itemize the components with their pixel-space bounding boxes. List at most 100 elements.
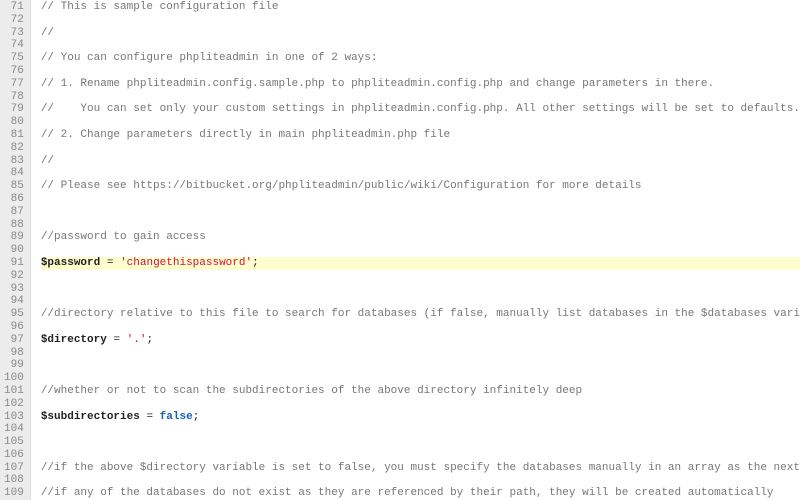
code-line[interactable]: //directory relative to this file to sea… <box>41 308 800 321</box>
line-number: 77 <box>4 78 24 91</box>
token-comment: // 2. Change parameters directly in main… <box>41 129 450 141</box>
code-line[interactable]: $subdirectories = false; <box>41 411 800 424</box>
code-line[interactable] <box>41 270 800 283</box>
token-comment: //if any of the databases do not exist a… <box>41 487 774 499</box>
code-editor: 7172737475767778798081828384858687888990… <box>0 0 800 500</box>
token-str: '.' <box>127 334 147 346</box>
line-number: 95 <box>4 308 24 321</box>
code-line[interactable]: $directory = '.'; <box>41 334 800 347</box>
line-number: 106 <box>4 449 24 462</box>
line-number: 87 <box>4 206 24 219</box>
token-var: $directory <box>41 334 107 346</box>
line-number: 84 <box>4 167 24 180</box>
code-line[interactable] <box>41 321 800 334</box>
line-number: 74 <box>4 39 24 52</box>
code-line[interactable] <box>41 398 800 411</box>
line-number: 105 <box>4 436 24 449</box>
token-var: $password <box>41 257 100 269</box>
code-line[interactable] <box>41 372 800 385</box>
line-number: 99 <box>4 359 24 372</box>
code-line[interactable] <box>41 244 800 257</box>
line-number: 101 <box>4 385 24 398</box>
token-plain <box>100 257 107 269</box>
code-line[interactable]: // <box>41 155 800 168</box>
token-punct: ; <box>146 334 153 346</box>
code-line[interactable]: //password to gain access <box>41 231 800 244</box>
line-number: 94 <box>4 295 24 308</box>
line-number: 96 <box>4 321 24 334</box>
line-number: 89 <box>4 231 24 244</box>
token-comment: // This is sample configuration file <box>41 1 279 13</box>
token-comment: //password to gain access <box>41 231 206 243</box>
code-line[interactable]: // This is sample configuration file <box>41 1 800 14</box>
code-line[interactable]: // 1. Rename phpliteadmin.config.sample.… <box>41 78 800 91</box>
token-punct: ; <box>252 257 259 269</box>
line-number: 107 <box>4 462 24 475</box>
line-number: 83 <box>4 155 24 168</box>
token-comment: //whether or not to scan the subdirector… <box>41 385 582 397</box>
line-number: 81 <box>4 129 24 142</box>
line-number: 72 <box>4 14 24 27</box>
code-line[interactable]: //if any of the databases do not exist a… <box>41 487 800 500</box>
token-kw: false <box>160 411 193 423</box>
code-line[interactable] <box>41 436 800 449</box>
token-comment: // <box>41 27 54 39</box>
code-line[interactable] <box>41 219 800 232</box>
line-number: 103 <box>4 411 24 424</box>
code-line[interactable]: $password = 'changethispassword'; <box>41 257 800 270</box>
line-number: 80 <box>4 116 24 129</box>
code-line[interactable]: // You can configure phpliteadmin in one… <box>41 52 800 65</box>
code-line[interactable] <box>41 14 800 27</box>
code-line[interactable] <box>41 206 800 219</box>
token-comment: // <box>41 155 54 167</box>
line-number: 71 <box>4 1 24 14</box>
line-number-gutter: 7172737475767778798081828384858687888990… <box>0 0 31 500</box>
token-punct: ; <box>193 411 200 423</box>
line-number: 88 <box>4 219 24 232</box>
code-line[interactable]: // <box>41 27 800 40</box>
token-comment: // You can configure phpliteadmin in one… <box>41 52 378 64</box>
line-number: 108 <box>4 474 24 487</box>
line-number: 109 <box>4 487 24 500</box>
token-var: $subdirectories <box>41 411 140 423</box>
code-line[interactable] <box>41 449 800 462</box>
code-line[interactable] <box>41 283 800 296</box>
token-str: 'changethispassword' <box>120 257 252 269</box>
code-line[interactable] <box>41 167 800 180</box>
line-number: 98 <box>4 347 24 360</box>
line-number: 90 <box>4 244 24 257</box>
token-plain <box>153 411 160 423</box>
token-plain <box>120 334 127 346</box>
line-number: 93 <box>4 283 24 296</box>
line-number: 85 <box>4 180 24 193</box>
code-line[interactable] <box>41 474 800 487</box>
code-line[interactable] <box>41 295 800 308</box>
code-line[interactable]: // You can set only your custom settings… <box>41 103 800 116</box>
line-number: 78 <box>4 91 24 104</box>
line-number: 102 <box>4 398 24 411</box>
code-line[interactable] <box>41 91 800 104</box>
code-line[interactable] <box>41 39 800 52</box>
code-line[interactable] <box>41 359 800 372</box>
code-line[interactable] <box>41 193 800 206</box>
code-line[interactable] <box>41 65 800 78</box>
code-line[interactable]: //whether or not to scan the subdirector… <box>41 385 800 398</box>
token-comment: // You can set only your custom settings… <box>41 103 800 115</box>
token-comment: // 1. Rename phpliteadmin.config.sample.… <box>41 78 714 90</box>
line-number: 91 <box>4 257 24 270</box>
code-line[interactable] <box>41 347 800 360</box>
code-area[interactable]: // This is sample configuration file // … <box>31 0 800 500</box>
line-number: 79 <box>4 103 24 116</box>
line-number: 100 <box>4 372 24 385</box>
line-number: 76 <box>4 65 24 78</box>
code-line[interactable] <box>41 423 800 436</box>
line-number: 86 <box>4 193 24 206</box>
line-number: 75 <box>4 52 24 65</box>
code-line[interactable]: // 2. Change parameters directly in main… <box>41 129 800 142</box>
code-line[interactable] <box>41 116 800 129</box>
line-number: 92 <box>4 270 24 283</box>
line-number: 104 <box>4 423 24 436</box>
code-line[interactable]: //if the above $directory variable is se… <box>41 462 800 475</box>
code-line[interactable] <box>41 142 800 155</box>
code-line[interactable]: // Please see https://bitbucket.org/phpl… <box>41 180 800 193</box>
